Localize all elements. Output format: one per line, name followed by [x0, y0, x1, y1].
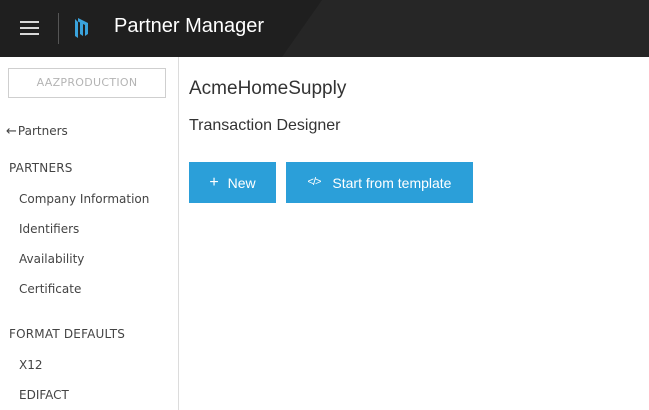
code-icon: </>	[307, 176, 322, 188]
section-heading-partners: PARTNERS	[9, 161, 73, 175]
back-to-partners-link[interactable]: ←Partners	[6, 124, 68, 139]
sidebar-item-edifact[interactable]: EDIFACT	[19, 388, 69, 402]
hamburger-icon[interactable]	[10, 14, 48, 42]
sidebar-item-certificate[interactable]: Certificate	[19, 282, 81, 296]
page-subtitle: Transaction Designer	[189, 117, 341, 134]
section-heading-format-defaults: FORMAT DEFAULTS	[9, 327, 126, 341]
start-from-template-label: Start from template	[332, 174, 452, 191]
sidebar-item-company-information[interactable]: Company Information	[19, 192, 149, 206]
header-divider	[58, 13, 59, 44]
page-title: AcmeHomeSupply	[189, 78, 347, 99]
header-slant	[282, 0, 322, 57]
new-button-label: New	[227, 174, 256, 191]
app-header: Partner Manager	[0, 0, 649, 57]
sidebar: AAZPRODUCTION ←Partners PARTNERS Company…	[0, 57, 179, 410]
arrow-left-icon: ←	[6, 124, 17, 139]
app-title: Partner Manager	[114, 15, 265, 37]
start-from-template-button[interactable]: </> Start from template	[286, 162, 473, 203]
plus-icon: +	[209, 173, 219, 191]
sidebar-item-x12[interactable]: X12	[19, 358, 43, 372]
sidebar-item-identifiers[interactable]: Identifiers	[19, 222, 79, 236]
back-link-label: Partners	[17, 124, 68, 138]
new-button[interactable]: + New	[189, 162, 276, 203]
sidebar-item-availability[interactable]: Availability	[19, 252, 84, 266]
partner-manager-logo-icon	[75, 18, 88, 38]
environment-selector[interactable]: AAZPRODUCTION	[8, 68, 166, 98]
